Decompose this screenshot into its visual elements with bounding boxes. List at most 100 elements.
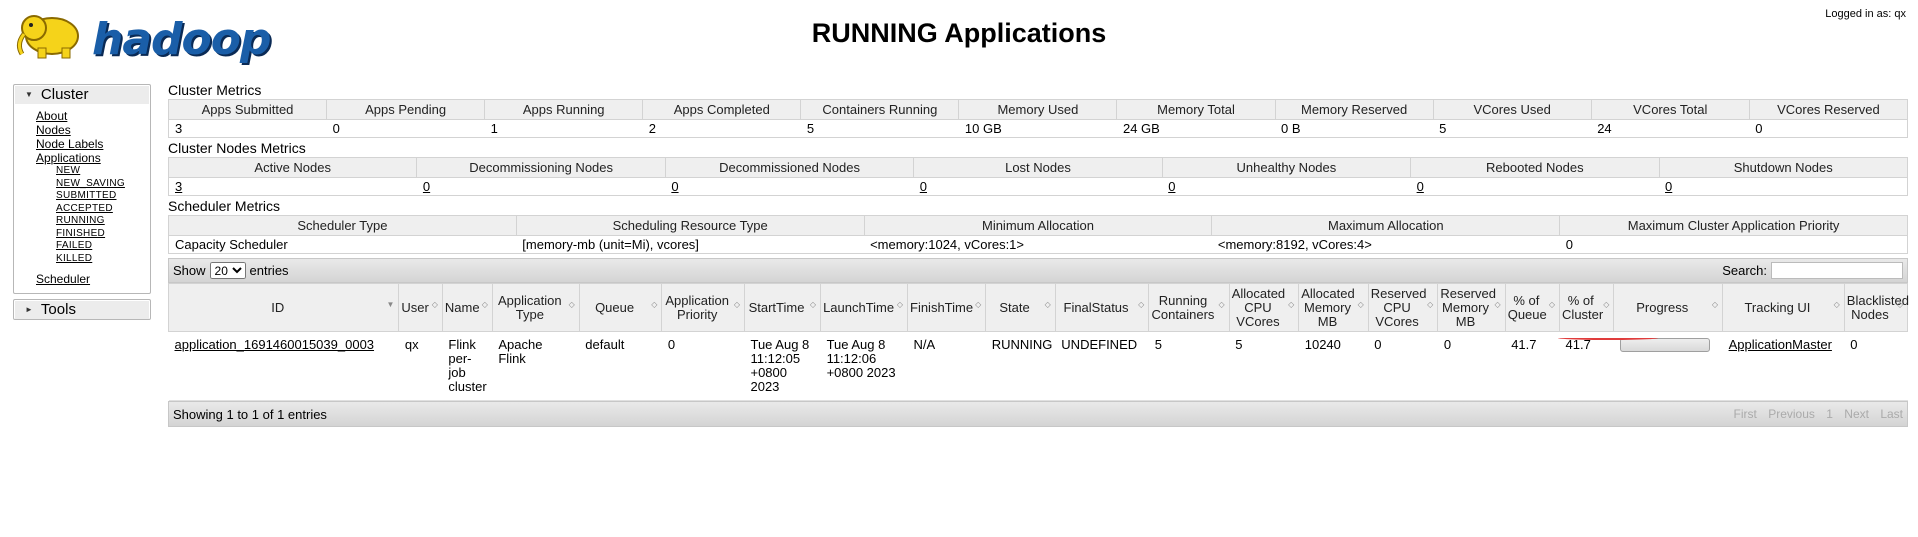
col-header-user[interactable]: User ◇ [398, 283, 443, 332]
sort-icon: ◇ [733, 300, 740, 309]
node-count-link[interactable]: 0 [920, 179, 927, 194]
col-header-finalstatus[interactable]: FinalStatus ◇ [1054, 283, 1150, 332]
entries-label: entries [249, 263, 289, 278]
metric-header: Shutdown Nodes [1658, 157, 1909, 178]
red-underline-annotation [1558, 336, 1658, 340]
cell-type: Apache Flink [492, 331, 580, 401]
nav-link-scheduler[interactable]: Scheduler [36, 272, 90, 286]
metric-header: Scheduler Type [168, 215, 517, 236]
sort-icon: ◇ [1896, 300, 1903, 309]
nav-link-about[interactable]: About [36, 109, 125, 123]
col-header-alloc-vcores[interactable]: Allocated CPU VCores ◇ [1228, 283, 1300, 332]
col-header-pct-cluster[interactable]: % of Cluster ◇ [1559, 283, 1615, 332]
col-header-alloc-mem[interactable]: Allocated Memory MB ◇ [1298, 283, 1369, 332]
col-header-tracking[interactable]: Tracking UI ◇ [1722, 283, 1845, 332]
entries-select[interactable]: 20 [209, 262, 246, 279]
col-header-priority[interactable]: Application Priority ◇ [661, 283, 745, 332]
metric-header: Apps Completed [642, 99, 802, 120]
sort-icon: ◇ [809, 300, 817, 309]
col-header-starttime[interactable]: StartTime ◇ [743, 283, 822, 332]
sort-icon: ◇ [1288, 300, 1295, 309]
cell-res-vcores: 0 [1368, 331, 1438, 401]
metric-header: Lost Nodes [913, 157, 1163, 178]
node-count-link[interactable]: 0 [1665, 179, 1672, 194]
sort-icon: ◇ [1138, 300, 1145, 309]
nav-tools-header[interactable]: ► Tools [15, 301, 149, 319]
metric-value: 24 [1591, 119, 1750, 138]
col-header-id[interactable]: ID ▼ [167, 283, 400, 332]
nav-state-finished[interactable]: FINISHED [56, 228, 125, 241]
col-header-queue[interactable]: Queue ◇ [578, 283, 663, 332]
node-count-link[interactable]: 0 [671, 179, 678, 194]
nav-state-submitted[interactable]: SUBMITTED [56, 190, 125, 203]
cell-finalstatus: UNDEFINED [1055, 331, 1149, 401]
sort-icon: ◇ [1218, 300, 1225, 309]
metric-header: Minimum Allocation [863, 215, 1213, 236]
app-id-link[interactable]: application_1691460015039_0003 [175, 337, 375, 352]
nav-state-failed[interactable]: FAILED [56, 240, 125, 253]
triangle-right-icon: ► [25, 305, 33, 314]
pager-first[interactable]: First [1734, 407, 1757, 421]
cell-res-mem: 0 [1437, 331, 1506, 401]
sort-icon: ◇ [1494, 300, 1501, 309]
nav-link-applications[interactable]: Applications [36, 151, 125, 165]
col-header-blacklisted[interactable]: Blacklisted Nodes ◇ [1843, 283, 1909, 332]
col-header-type[interactable]: Application Type ◇ [491, 283, 580, 332]
metric-header: Memory Reserved [1274, 99, 1434, 120]
cell-running-containers: 5 [1148, 331, 1230, 401]
node-count-link[interactable]: 3 [175, 179, 182, 194]
col-header-res-mem[interactable]: Reserved Memory MB ◇ [1437, 283, 1506, 332]
col-header-running-containers[interactable]: Running Containers ◇ [1148, 283, 1230, 332]
cell-finishtime: N/A [907, 331, 986, 401]
cell-starttime: Tue Aug 8 11:12:05 +0800 2023 [744, 331, 821, 401]
metric-header: VCores Total [1590, 99, 1750, 120]
node-metrics-table: Active Nodes Decommissioning Nodes Decom… [167, 157, 1909, 196]
pager-next[interactable]: Next [1844, 407, 1869, 421]
cell-alloc-mem: 10240 [1298, 331, 1369, 401]
nav-state-killed[interactable]: KILLED [56, 253, 125, 266]
node-count-link[interactable]: 0 [1168, 179, 1175, 194]
nav-state-running[interactable]: RUNNING [56, 215, 125, 228]
pager-last[interactable]: Last [1880, 407, 1903, 421]
search-input[interactable] [1771, 262, 1903, 279]
node-count-link[interactable]: 0 [1417, 179, 1424, 194]
col-header-name[interactable]: Name ◇ [441, 283, 493, 332]
sort-icon: ◇ [975, 300, 982, 309]
nav-state-accepted[interactable]: ACCEPTED [56, 203, 125, 216]
applications-table: ID ▼ User ◇ Name ◇ Application Type ◇ Queue ◇… [167, 283, 1909, 401]
table-row: application_1691460015039_0003 qx Flink … [168, 331, 1908, 401]
node-count-link[interactable]: 0 [423, 179, 430, 194]
col-header-launchtime[interactable]: LaunchTime ◇ [820, 283, 908, 332]
pager-page[interactable]: 1 [1826, 407, 1833, 421]
metric-value: 0 [1749, 119, 1909, 138]
pager-previous[interactable]: Previous [1768, 407, 1815, 421]
col-header-progress[interactable]: Progress ◇ [1613, 283, 1724, 332]
col-header-pct-queue[interactable]: % of Queue ◇ [1504, 283, 1561, 332]
triangle-down-icon: ▼ [25, 90, 33, 99]
cell-pct-queue: 41.7 [1505, 331, 1560, 401]
metric-value: 0 B [1275, 119, 1434, 138]
nav-link-node-labels[interactable]: Node Labels [36, 137, 125, 151]
col-header-finishtime[interactable]: FinishTime ◇ [906, 283, 987, 332]
cell-queue: default [579, 331, 662, 401]
nav-link-nodes[interactable]: Nodes [36, 123, 125, 137]
metric-value: [memory-mb (unit=Mi), vcores] [516, 235, 865, 254]
tracking-ui-link[interactable]: ApplicationMaster [1729, 337, 1832, 352]
col-header-res-vcores[interactable]: Reserved CPU VCores ◇ [1367, 283, 1439, 332]
nav-state-new-saving[interactable]: NEW_SAVING [56, 178, 125, 191]
sort-icon: ◇ [1427, 300, 1434, 309]
table-info: Showing 1 to 1 of 1 entries [173, 406, 327, 422]
cluster-metrics-title: Cluster Metrics [168, 82, 262, 98]
metric-value: <memory:8192, vCores:4> [1211, 235, 1560, 254]
nav-state-new[interactable]: NEW [56, 165, 125, 178]
sort-icon: ◇ [1833, 300, 1840, 309]
nav-tools-panel: ► Tools [13, 299, 151, 320]
cell-pct-cluster: 41.7 [1559, 331, 1614, 401]
progress-bar [1619, 338, 1710, 352]
sort-desc-icon: ▼ [386, 300, 395, 309]
metric-header: Maximum Allocation [1211, 215, 1561, 236]
sort-icon: ◇ [568, 300, 575, 309]
col-header-state[interactable]: State ◇ [985, 283, 1056, 332]
applications-panel: Show 20 entries Search: ID ▼ User ◇ Name ◇ … [167, 258, 1909, 427]
nav-cluster-header[interactable]: ▼ Cluster [15, 86, 149, 104]
